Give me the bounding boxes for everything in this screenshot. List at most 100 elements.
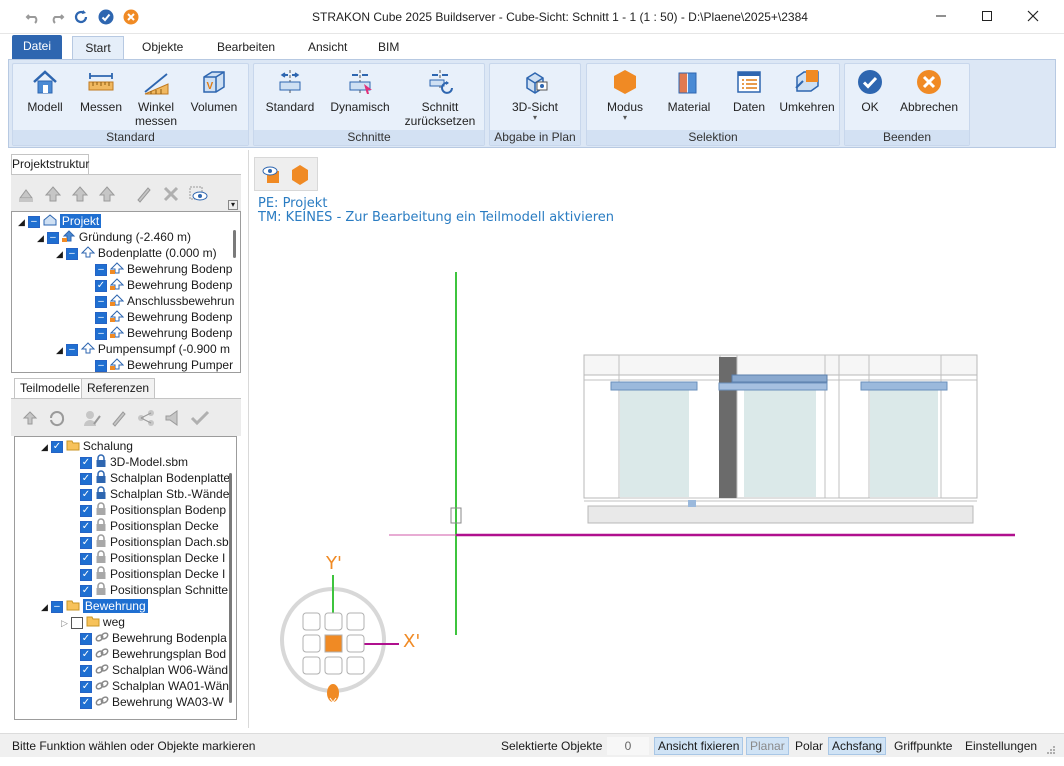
3d-sicht-button[interactable]: 3D-Sicht ▾ [500, 67, 570, 122]
tree-checkbox[interactable]: – [95, 295, 107, 308]
edit-pen-icon[interactable] [133, 183, 155, 205]
tree-checkbox[interactable]: ✓ [80, 632, 92, 645]
undo-icon[interactable] [24, 8, 42, 26]
tree-checkbox[interactable]: ✓ [80, 648, 92, 661]
tree-node-item[interactable]: – Anschlussbewehrun [95, 293, 234, 309]
arrow-top-icon[interactable] [96, 183, 118, 205]
tree-node-model[interactable]: ✓ Positionsplan Bodenp [80, 502, 226, 518]
tree-checkbox[interactable]: ✓ [80, 664, 92, 677]
tree-scrollbar[interactable] [229, 473, 232, 703]
tree-checkbox[interactable]: ✓ [80, 584, 92, 597]
tree-checkbox[interactable]: – [95, 311, 107, 324]
tree-node-model[interactable]: ✓ Positionsplan Decke I [80, 550, 225, 566]
tree-scrollbar[interactable] [233, 230, 236, 258]
tree-node-model[interactable]: ✓ Schalplan Stb.-Wände [80, 486, 229, 502]
visibility-toggle-icon[interactable] [261, 164, 283, 186]
tree-checkbox[interactable]: – [46, 231, 59, 244]
hexagon-selection-icon[interactable] [289, 163, 311, 187]
abbrechen-button[interactable]: Abbrechen [895, 67, 963, 114]
maximize-button[interactable] [964, 0, 1010, 32]
cube-view-canvas[interactable]: Y' X' [248, 150, 1056, 728]
tree-node-model[interactable]: ✓ Schalplan W06-Wänd [80, 662, 228, 678]
tree-node-model[interactable]: ✓ Positionsplan Dach.sb [80, 534, 229, 550]
tree-node-model[interactable]: ✓ Positionsplan Decke I [80, 566, 225, 582]
tree-checkbox[interactable]: – [65, 247, 78, 260]
winkel-messen-button[interactable]: Winkel messen [130, 67, 182, 128]
tree-checkbox[interactable]: ✓ [80, 472, 92, 485]
ok-button[interactable]: OK [853, 67, 887, 114]
tree-node-projekt[interactable]: ◢ – Projekt [18, 213, 102, 229]
tree-node-bodenplatte[interactable]: ◢ – Bodenplatte (0.000 m) [56, 245, 217, 261]
tree-checkbox[interactable]: – [95, 327, 107, 340]
share-icon[interactable] [135, 407, 157, 429]
planar-toggle[interactable]: Planar [746, 737, 789, 755]
toolbar-overflow-icon[interactable]: ▾ [228, 200, 238, 210]
tree-checkbox[interactable]: – [95, 359, 107, 372]
tree-checkbox[interactable]: ✓ [95, 279, 107, 292]
tree-checkbox[interactable]: ✓ [80, 680, 92, 693]
tab-objekte[interactable]: Objekte [130, 36, 195, 60]
schnitt-standard-button[interactable]: Standard [260, 67, 320, 114]
tree-checkbox[interactable]: ✓ [80, 536, 92, 549]
tree-node-model[interactable]: ✓ Bewehrungsplan Bod [80, 646, 226, 662]
tree-node-model[interactable]: ✓ Bewehrung WA03-W [80, 694, 224, 710]
ok-quick-icon[interactable] [97, 8, 115, 26]
add-model-icon[interactable] [19, 407, 41, 429]
tree-node-pumpensumpf[interactable]: ◢ – Pumpensumpf (-0.900 m [56, 341, 230, 357]
cancel-quick-icon[interactable] [122, 8, 140, 26]
tree-checkbox[interactable]: ✓ [80, 568, 92, 581]
modell-button[interactable]: Modell [19, 67, 71, 114]
arrow-up-icon[interactable] [42, 183, 64, 205]
tree-checkbox[interactable]: ✓ [80, 456, 92, 469]
tab-bearbeiten[interactable]: Bearbeiten [205, 36, 287, 60]
redo-icon[interactable] [48, 8, 66, 26]
ansicht-fixieren-toggle[interactable]: Ansicht fixieren [654, 737, 744, 755]
daten-button[interactable]: Daten [721, 67, 777, 114]
modus-button[interactable]: Modus ▾ [597, 67, 653, 122]
announce-icon[interactable] [162, 407, 184, 429]
tree-node-model[interactable]: ✓ Positionsplan Schnitte [80, 582, 228, 598]
tree-checkbox[interactable]: ✓ [80, 504, 92, 517]
tree-node-model[interactable]: ✓ Schalplan WA01-Wän [80, 678, 229, 694]
delete-x-icon[interactable] [160, 183, 182, 205]
achsfang-toggle[interactable]: Achsfang [828, 737, 887, 755]
tree-node-item[interactable]: – Bewehrung Bodenp [95, 325, 232, 341]
minimize-button[interactable] [918, 0, 964, 32]
tree-node-item[interactable]: ✓ Bewehrung Bodenp [95, 277, 232, 293]
schnitt-zuruecksetzen-button[interactable]: Schnitt zurücksetzen [400, 67, 480, 128]
edit-pen-icon[interactable] [108, 407, 130, 429]
tree-node-model[interactable]: ✓ Bewehrung Bodenpla [80, 630, 227, 646]
tree-checkbox[interactable]: ✓ [80, 520, 92, 533]
tab-referenzen[interactable]: Referenzen [81, 378, 156, 398]
tree-node-item[interactable]: – Bewehrung Bodenp [95, 309, 232, 325]
griffpunkte-toggle[interactable]: Griffpunkte [894, 737, 952, 755]
tab-projektstruktur[interactable]: Projektstruktur [11, 154, 89, 174]
user-edit-icon[interactable] [81, 407, 103, 429]
tab-datei[interactable]: Datei [12, 35, 63, 59]
tree-checkbox[interactable]: ✓ [50, 440, 63, 453]
tree-node-gruendung[interactable]: ◢ – Gründung (-2.460 m) [37, 229, 191, 245]
material-button[interactable]: Material [661, 67, 717, 114]
tree-node-model[interactable]: ✓ Positionsplan Decke [80, 518, 219, 534]
tab-ansicht[interactable]: Ansicht [296, 36, 359, 60]
tree-checkbox[interactable]: – [95, 263, 107, 276]
visibility-eye-icon[interactable] [187, 183, 209, 205]
check-all-icon[interactable] [189, 407, 211, 429]
sync-model-icon[interactable] [46, 407, 68, 429]
tree-node-bewehrung[interactable]: ◢ – Bewehrung [41, 598, 148, 614]
level-up-disabled-icon[interactable] [15, 183, 37, 205]
umkehren-button[interactable]: Umkehren [777, 67, 837, 114]
tab-teilmodelle[interactable]: Teilmodelle [14, 378, 87, 398]
tree-node-item[interactable]: – Bewehrung Bodenp [95, 261, 232, 277]
tree-checkbox[interactable]: ✓ [80, 696, 92, 709]
tree-node-model[interactable]: ✓ Schalplan Bodenplatte [80, 470, 230, 486]
volumen-button[interactable]: V Volumen [186, 67, 242, 114]
einstellungen-button[interactable]: Einstellungen [965, 737, 1037, 755]
arrow-up-double-icon[interactable] [69, 183, 91, 205]
resize-grip-icon[interactable] [1046, 744, 1056, 754]
schnitt-dynamisch-button[interactable]: Dynamisch [326, 67, 394, 114]
tree-node-model[interactable]: ✓ 3D-Model.sbm [80, 454, 188, 470]
polar-toggle[interactable]: Polar [795, 737, 823, 755]
tab-bim[interactable]: BIM [366, 36, 411, 60]
tree-node-item[interactable]: – Bewehrung Pumper [95, 357, 233, 372]
